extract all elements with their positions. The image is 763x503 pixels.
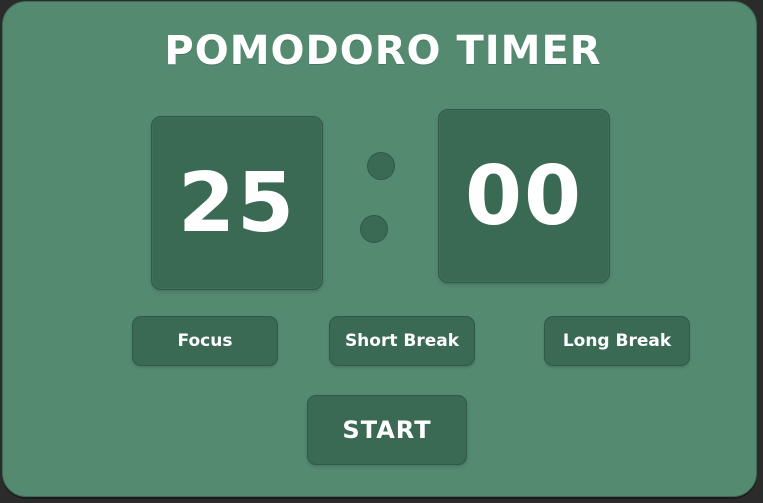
colon-dot-bottom bbox=[360, 215, 388, 243]
seconds-display: 00 bbox=[438, 109, 610, 283]
app-title: POMODORO TIMER bbox=[164, 28, 602, 74]
minutes-display: 25 bbox=[151, 116, 323, 290]
pomodoro-card: POMODORO TIMER 25 00 Focus Short Break L… bbox=[2, 1, 757, 497]
short-break-button[interactable]: Short Break bbox=[329, 316, 475, 366]
colon-dot-top bbox=[367, 152, 395, 180]
focus-button[interactable]: Focus bbox=[132, 316, 278, 366]
start-button[interactable]: START bbox=[307, 395, 467, 465]
long-break-button[interactable]: Long Break bbox=[544, 316, 690, 366]
